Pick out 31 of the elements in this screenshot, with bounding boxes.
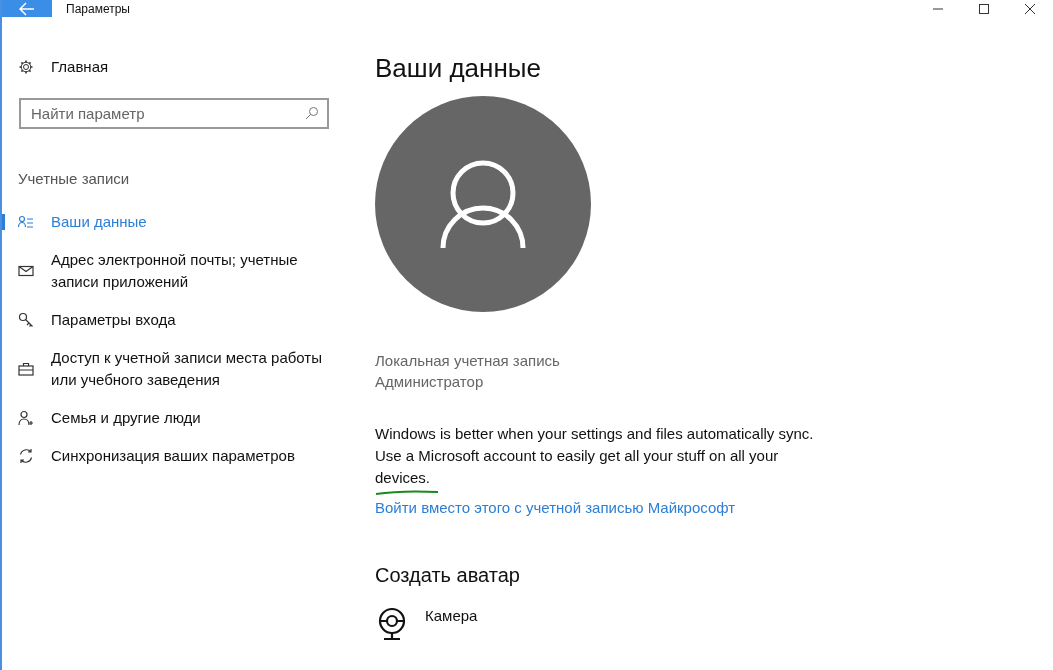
page-title: Ваши данные <box>375 53 542 84</box>
microsoft-signin-link[interactable]: Войти вместо этого с учетной записью Майкрософт <box>375 499 865 516</box>
section-heading: Создать аватар <box>375 564 521 587</box>
maximize-icon <box>978 2 990 15</box>
search-field[interactable]: Найти параметр <box>19 98 329 129</box>
close-icon <box>1024 2 1036 15</box>
search-icon <box>305 106 319 120</box>
briefcase-icon <box>18 361 34 377</box>
back-arrow-icon <box>19 1 35 16</box>
sidebar-item[interactable]: Адрес электронной почты; учетные записи приложений <box>2 243 357 299</box>
person-list-icon <box>18 214 34 230</box>
sidebar-item[interactable]: Синхронизация ваших параметров <box>2 439 357 473</box>
home-nav-item[interactable]: Главная <box>18 58 357 75</box>
person-icon <box>18 410 34 426</box>
account-role: Администратор <box>375 372 485 392</box>
sidebar-item[interactable]: Семья и другие люди <box>2 401 357 435</box>
section-heading: Учетные записи <box>18 170 131 187</box>
window-title: Параметры <box>66 1 130 16</box>
gear-icon <box>18 58 34 75</box>
underline-mark <box>375 490 439 496</box>
account-type: Локальная учетная запись <box>375 351 561 371</box>
camera-option[interactable]: Камера <box>375 607 865 641</box>
sync-icon <box>18 448 34 464</box>
sync-message: Windows is better when your settings and files automatically sync. Use a Microsoft account to easily get all your stuff on all your devices. <box>375 424 815 488</box>
avatar-placeholder-icon <box>375 96 591 312</box>
sidebar-item[interactable]: Доступ к учетной записи места работы или учебного заведения <box>2 341 357 397</box>
sidebar-item[interactable]: Параметры входа <box>2 303 357 337</box>
key-icon <box>18 312 34 328</box>
sidebar-item[interactable]: Ваши данные <box>2 205 357 239</box>
envelope-icon <box>18 263 34 279</box>
back-button[interactable] <box>2 0 52 17</box>
